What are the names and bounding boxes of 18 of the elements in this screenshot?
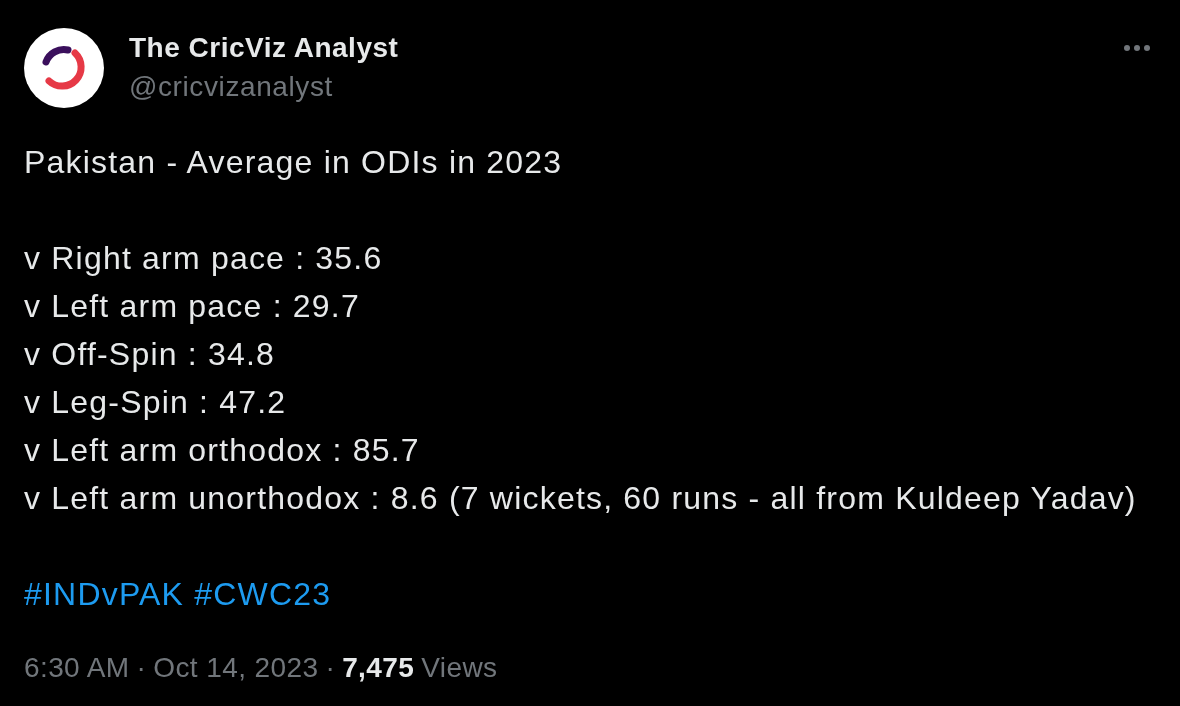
- post-title: Pakistan - Average in ODIs in 2023: [24, 143, 563, 182]
- stat-line: v Leg-Spin : 47.2: [24, 383, 287, 422]
- view-count: 7,475: [342, 651, 415, 685]
- hashtag-link[interactable]: #CWC23: [194, 570, 332, 618]
- stat-line: v Left arm pace : 29.7: [24, 287, 360, 326]
- author-name[interactable]: The CricViz Analyst: [129, 31, 399, 65]
- stat-line: v Off-Spin : 34.8: [24, 335, 276, 374]
- separator-dot: ·: [136, 651, 147, 685]
- post-date[interactable]: Oct 14, 2023: [153, 650, 319, 686]
- post-time[interactable]: 6:30 AM: [24, 650, 130, 686]
- avatar-logo-icon[interactable]: [24, 28, 104, 108]
- separator-dot: ·: [325, 651, 336, 685]
- author-handle[interactable]: @cricvizanalyst: [129, 70, 333, 104]
- views-label: Views: [421, 651, 498, 685]
- stat-line: v Right arm pace : 35.6: [24, 239, 383, 278]
- stat-line: v Left arm orthodox : 85.7: [24, 431, 420, 470]
- hashtag-link[interactable]: #INDvPAK: [24, 570, 185, 618]
- stat-line: v Left arm unorthodox : 8.6 (7 wickets, 60 runs - all from Kuldeep Yadav): [24, 479, 1137, 518]
